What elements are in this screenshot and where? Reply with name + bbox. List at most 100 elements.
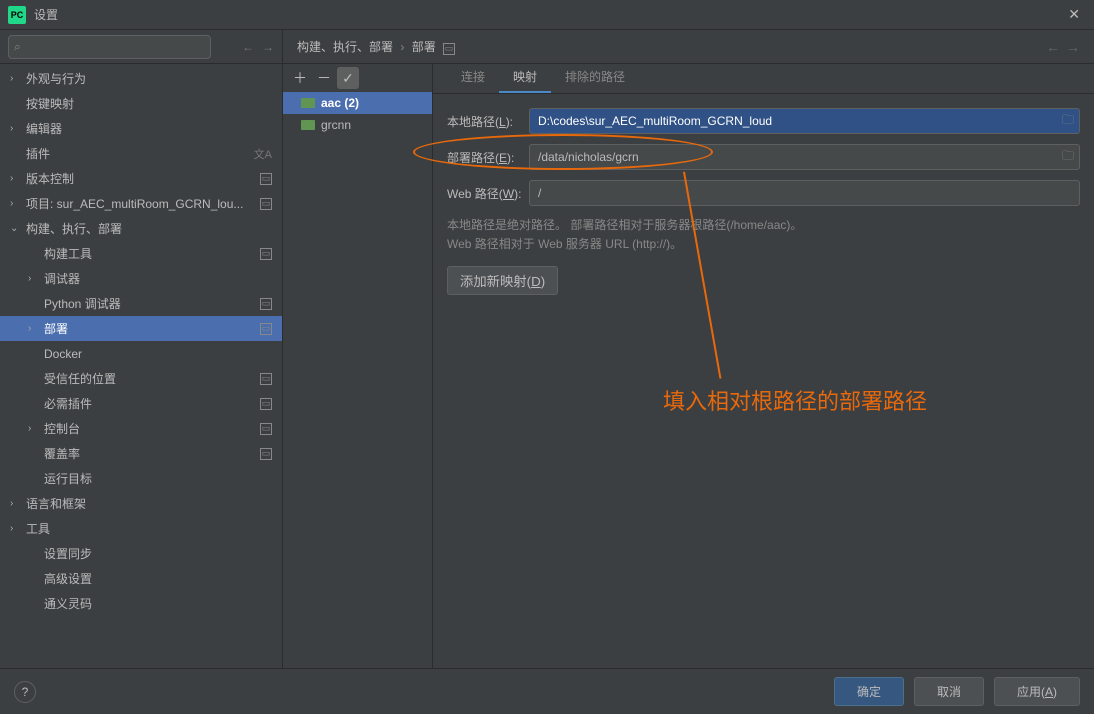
sidebar-item-3[interactable]: 插件文A [0, 141, 282, 166]
web-path-label: Web 路径(W): [447, 185, 529, 202]
footer: ? 确定 取消 应用(A) [0, 668, 1094, 714]
chevron-icon: ⌄ [10, 223, 24, 234]
cancel-button[interactable]: 取消 [914, 677, 984, 706]
local-path-row: 本地路径(L): 🗀 [447, 108, 1080, 134]
sidebar-item-label: 语言和框架 [26, 495, 272, 512]
tab-connection[interactable]: 连接 [447, 62, 499, 93]
sidebar-item-label: 覆盖率 [44, 445, 256, 462]
sidebar-item-label: 受信任的位置 [44, 370, 256, 387]
chevron-icon: › [10, 123, 24, 134]
sidebar-item-11[interactable]: Docker [0, 341, 282, 366]
sidebar-item-label: 通义灵码 [44, 595, 272, 612]
sidebar-item-label: 必需插件 [44, 395, 256, 412]
sidebar-item-20[interactable]: 高级设置 [0, 566, 282, 591]
tab-mappings[interactable]: 映射 [499, 62, 551, 93]
sidebar-item-12[interactable]: 受信任的位置▭ [0, 366, 282, 391]
server-label: grcnn [321, 118, 351, 132]
sidebar-item-1[interactable]: 按键映射 [0, 91, 282, 116]
nav-back-icon[interactable]: ← [1046, 39, 1060, 55]
servers-toolbar: ＋ － ✓ [283, 64, 432, 92]
add-mapping-button[interactable]: 添加新映射(D) [447, 266, 558, 295]
ok-button[interactable]: 确定 [834, 677, 904, 706]
history-fwd-icon[interactable]: → [262, 40, 274, 54]
sidebar-item-16[interactable]: 运行目标 [0, 466, 282, 491]
servers-list[interactable]: aac (2) grcnn [283, 92, 432, 668]
project-badge-icon: ▭ [260, 298, 272, 310]
sidebar-item-10[interactable]: ›部署▭ [0, 316, 282, 341]
sidebar-item-label: 控制台 [44, 420, 256, 437]
breadcrumb: 构建、执行、部署 › 部署 ▭ [297, 38, 1040, 55]
collapse-icon[interactable]: ▭ [443, 43, 455, 55]
breadcrumb-a[interactable]: 构建、执行、部署 [297, 40, 393, 54]
titlebar: PC 设置 ✕ [0, 0, 1094, 30]
sidebar-item-7[interactable]: 构建工具 ▭ [0, 241, 282, 266]
nav-fwd-icon[interactable]: → [1066, 39, 1080, 55]
sidebar-item-label: 工具 [26, 520, 272, 537]
sidebar-item-9[interactable]: Python 调试器 ▭ [0, 291, 282, 316]
help-text: 本地路径是绝对路径。 部署路径相对于服务器根路径(/home/aac)。 Web… [447, 216, 1080, 254]
browse-deploy-icon[interactable]: 🗀 [1062, 147, 1074, 168]
deploy-path-input[interactable] [529, 144, 1080, 170]
search-icon: ⌕ [14, 39, 21, 54]
sidebar-item-2[interactable]: ›编辑器 [0, 116, 282, 141]
form-area: 本地路径(L): 🗀 部署路径(E): 🗀 [433, 94, 1094, 309]
project-badge-icon: ▭ [260, 198, 272, 210]
set-default-button[interactable]: ✓ [337, 67, 359, 89]
sidebar-item-18[interactable]: ›工具 [0, 516, 282, 541]
sidebar-item-0[interactable]: ›外观与行为 [0, 66, 282, 91]
chevron-icon: › [28, 323, 42, 334]
sidebar-item-label: Docker [44, 347, 272, 361]
remove-server-button[interactable]: － [313, 67, 335, 89]
chevron-icon: › [10, 73, 24, 84]
sidebar-item-19[interactable]: 设置同步 [0, 541, 282, 566]
close-icon[interactable]: ✕ [1062, 4, 1086, 25]
sidebar-item-15[interactable]: 覆盖率▭ [0, 441, 282, 466]
sidebar-item-label: 编辑器 [26, 120, 272, 137]
web-path-input[interactable] [529, 180, 1080, 206]
breadcrumb-sep: › [400, 40, 404, 54]
sidebar-item-label: 插件 [26, 145, 248, 162]
content-area: 构建、执行、部署 › 部署 ▭ ← → ＋ － ✓ aac (2) grcnn 连… [283, 30, 1094, 668]
sidebar-item-5[interactable]: ›项目: sur_AEC_multiRoom_GCRN_lou...▭ [0, 191, 282, 216]
deploy-path-label: 部署路径(E): [447, 149, 529, 166]
browse-local-icon[interactable]: 🗀 [1062, 111, 1074, 132]
detail-column: 连接 映射 排除的路径 本地路径(L): 🗀 部署路径(E): [433, 64, 1094, 668]
web-path-row: Web 路径(W): [447, 180, 1080, 206]
sidebar-item-8[interactable]: ›调试器 [0, 266, 282, 291]
chevron-icon: › [10, 198, 24, 209]
sidebar-item-label: 按键映射 [26, 95, 272, 112]
sidebar-item-label: 设置同步 [44, 545, 272, 562]
sidebar-item-14[interactable]: ›控制台▭ [0, 416, 282, 441]
project-badge-icon: ▭ [260, 398, 272, 410]
settings-tree[interactable]: ›外观与行为按键映射›编辑器插件文A›版本控制▭›项目: sur_AEC_mul… [0, 64, 282, 668]
tabs: 连接 映射 排除的路径 [433, 64, 1094, 94]
local-path-input[interactable] [529, 108, 1080, 134]
tab-excluded[interactable]: 排除的路径 [551, 62, 639, 93]
project-badge-icon: ▭ [260, 248, 272, 260]
sidebar-item-label: Python 调试器 [44, 295, 256, 312]
breadcrumb-row: 构建、执行、部署 › 部署 ▭ ← → [283, 30, 1094, 64]
sidebar-item-label: 部署 [44, 320, 256, 337]
sidebar-item-label: 调试器 [44, 270, 272, 287]
server-item-1[interactable]: grcnn [283, 114, 432, 136]
sidebar-item-label: 构建工具 [44, 245, 256, 262]
apply-button[interactable]: 应用(A) [994, 677, 1080, 706]
help-button[interactable]: ? [14, 681, 36, 703]
sidebar-item-21[interactable]: 通义灵码 [0, 591, 282, 616]
sidebar-item-4[interactable]: ›版本控制▭ [0, 166, 282, 191]
sidebar-item-13[interactable]: 必需插件 ▭ [0, 391, 282, 416]
breadcrumb-b[interactable]: 部署 [412, 40, 436, 54]
history-back-icon[interactable]: ← [242, 40, 254, 54]
app-icon: PC [8, 6, 26, 24]
project-badge-icon: ▭ [260, 423, 272, 435]
sidebar-item-17[interactable]: ›语言和框架 [0, 491, 282, 516]
annotation-text: 填入相对根路径的部署路径 [663, 384, 927, 416]
chevron-icon: › [10, 173, 24, 184]
sidebar-item-label: 版本控制 [26, 170, 256, 187]
server-label: aac (2) [321, 96, 359, 110]
sidebar-item-6[interactable]: ⌄构建、执行、部署 [0, 216, 282, 241]
server-item-0[interactable]: aac (2) [283, 92, 432, 114]
main-area: ⌕ ← → ›外观与行为按键映射›编辑器插件文A›版本控制▭›项目: sur_A… [0, 30, 1094, 668]
search-input[interactable] [8, 35, 211, 59]
add-server-button[interactable]: ＋ [289, 67, 311, 89]
